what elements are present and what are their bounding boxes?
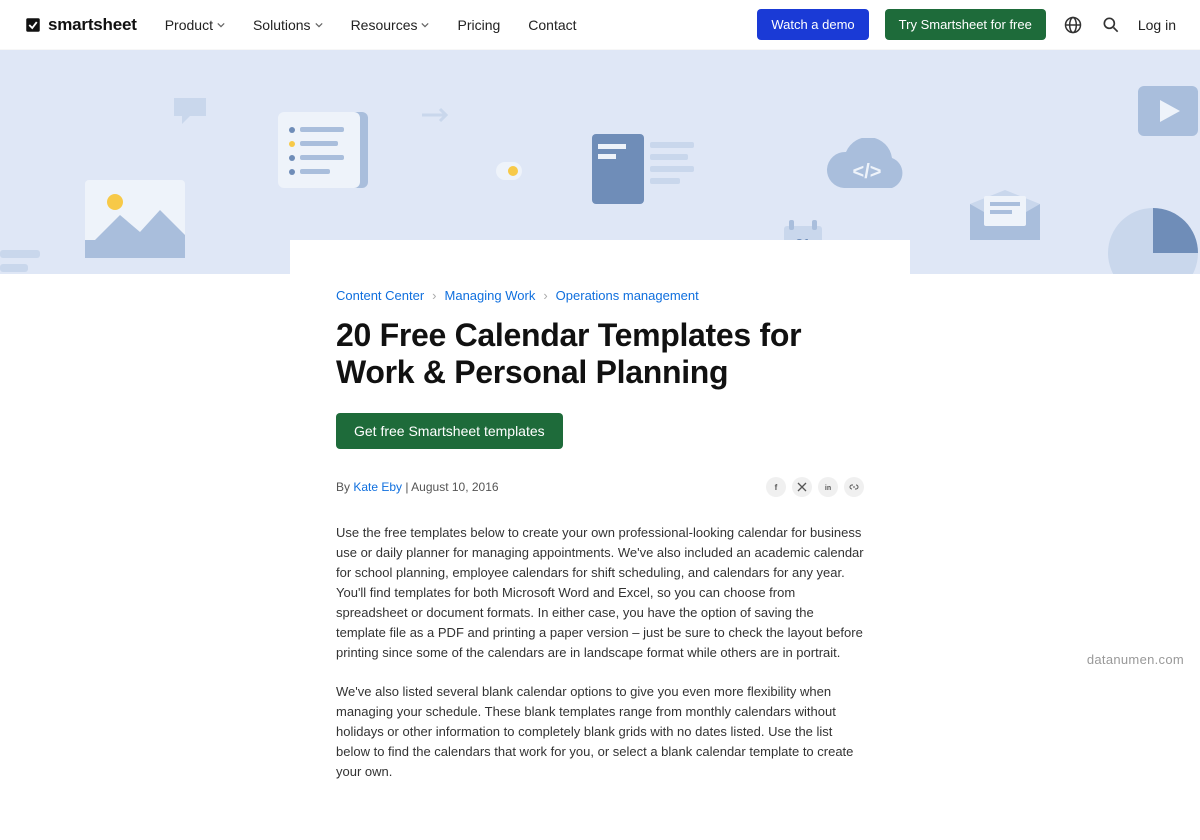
chevron-right-icon: › [432,288,436,303]
article-paragraph: Use the free templates below to create y… [336,523,864,664]
breadcrumbs: Content Center › Managing Work › Operati… [336,288,864,303]
article-date: August 10, 2016 [411,480,498,494]
article-body: Use the free templates below to create y… [336,523,864,783]
chat-icon [170,94,210,128]
byline-row: By Kate Eby | August 10, 2016 f in [336,477,864,497]
svg-text:in: in [825,485,831,492]
share-facebook-icon[interactable]: f [766,477,786,497]
svg-text:f: f [775,483,778,492]
try-free-button[interactable]: Try Smartsheet for free [885,9,1046,40]
logo-icon [24,16,42,34]
doc-icon [592,134,702,212]
play-card-icon [1138,86,1198,136]
brand-name: smartsheet [48,15,137,35]
nav-solutions[interactable]: Solutions [253,17,323,33]
language-icon[interactable] [1062,14,1084,36]
share-bar: f in [766,477,864,497]
cloud-code-icon: </> [820,138,914,202]
chevron-down-icon [217,21,225,29]
nav-right: Watch a demo Try Smartsheet for free Log… [757,9,1176,40]
article-card: Content Center › Managing Work › Operati… [290,240,910,840]
top-nav: smartsheet Product Solutions Resources P… [0,0,1200,50]
article-title: 20 Free Calendar Templates for Work & Pe… [336,317,864,391]
arrow-icon [420,106,456,124]
crumb-managing-work[interactable]: Managing Work [445,288,536,303]
article-paragraph: We've also listed several blank calendar… [336,682,864,783]
nav-resources[interactable]: Resources [351,17,430,33]
nav-pricing[interactable]: Pricing [457,17,500,33]
share-x-icon[interactable] [792,477,812,497]
watermark: datanumen.com [1087,652,1184,667]
watch-demo-button[interactable]: Watch a demo [757,9,868,40]
author-link[interactable]: Kate Eby [353,480,402,494]
pie-icon [1108,208,1198,274]
svg-text:</>: </> [853,161,882,183]
nav-product[interactable]: Product [165,17,225,33]
list-card-icon [278,112,368,196]
line-icon [0,250,40,274]
share-linkedin-icon[interactable]: in [818,477,838,497]
crumb-content-center[interactable]: Content Center [336,288,424,303]
byline: By Kate Eby | August 10, 2016 [336,480,499,494]
share-link-icon[interactable] [844,477,864,497]
chevron-right-icon: › [543,288,547,303]
dot-icon [496,162,522,180]
chevron-down-icon [421,21,429,29]
login-link[interactable]: Log in [1138,17,1176,33]
logo[interactable]: smartsheet [24,15,137,35]
mail-icon [970,190,1040,248]
search-icon[interactable] [1100,14,1122,36]
image-icon [85,180,185,258]
nav-contact[interactable]: Contact [528,17,576,33]
chevron-down-icon [315,21,323,29]
nav-menu: Product Solutions Resources Pricing Cont… [165,17,577,33]
crumb-operations[interactable]: Operations management [556,288,699,303]
get-templates-button[interactable]: Get free Smartsheet templates [336,413,563,449]
